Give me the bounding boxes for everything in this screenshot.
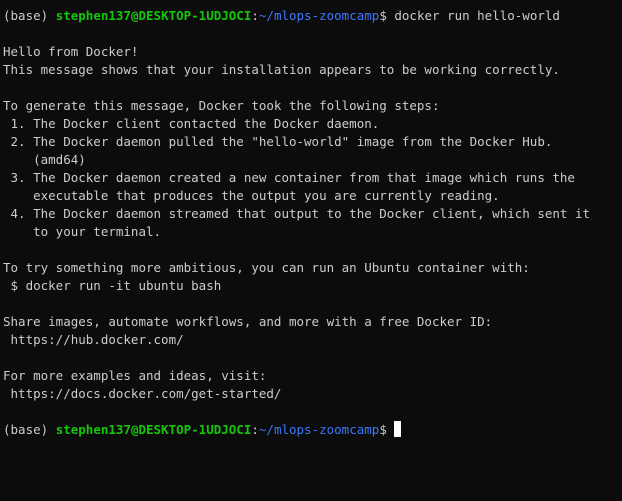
- output-docs-url: https://docs.docker.com/get-started/: [3, 386, 282, 401]
- output-step-2-cont: (amd64): [3, 152, 86, 167]
- prompt-symbol: $: [379, 8, 395, 23]
- output-working: This message shows that your installatio…: [3, 62, 560, 77]
- text-cursor[interactable]: [394, 421, 402, 437]
- terminal-window[interactable]: (base) stephen137@DESKTOP-1UDJOCI:~/mlop…: [0, 0, 622, 501]
- prompt-separator: :: [251, 422, 259, 437]
- entered-command: docker run hello-world: [394, 8, 560, 23]
- user-host: stephen137@DESKTOP-1UDJOCI: [55, 422, 252, 437]
- output-step-2: 2. The Docker daemon pulled the "hello-w…: [3, 134, 553, 149]
- prompt-separator: :: [251, 8, 259, 23]
- output-step-3-cont: executable that produces the output you …: [3, 188, 500, 203]
- output-examples: For more examples and ideas, visit:: [3, 368, 267, 383]
- output-ubuntu-command: $ docker run -it ubuntu bash: [3, 278, 222, 293]
- user-host: stephen137@DESKTOP-1UDJOCI: [55, 8, 252, 23]
- output-share: Share images, automate workflows, and mo…: [3, 314, 493, 329]
- output-step-1: 1. The Docker client contacted the Docke…: [3, 116, 380, 131]
- output-steps-intro: To generate this message, Docker took th…: [3, 98, 440, 113]
- command-line: (base) stephen137@DESKTOP-1UDJOCI:~/mlop…: [3, 7, 622, 25]
- output-hello: Hello from Docker!: [3, 44, 139, 59]
- active-prompt-line[interactable]: (base) stephen137@DESKTOP-1UDJOCI:~/mlop…: [3, 421, 622, 439]
- conda-env: (base): [3, 8, 56, 23]
- output-step-4-cont: to your terminal.: [3, 224, 162, 239]
- conda-env: (base): [3, 422, 56, 437]
- prompt-symbol: $: [379, 422, 395, 437]
- working-directory: ~/mlops-zoomcamp: [258, 422, 380, 437]
- output-step-4: 4. The Docker daemon streamed that outpu…: [3, 206, 590, 221]
- output-ambitious: To try something more ambitious, you can…: [3, 260, 530, 275]
- output-step-3: 3. The Docker daemon created a new conta…: [3, 170, 575, 185]
- output-hub-url: https://hub.docker.com/: [3, 332, 184, 347]
- working-directory: ~/mlops-zoomcamp: [258, 8, 380, 23]
